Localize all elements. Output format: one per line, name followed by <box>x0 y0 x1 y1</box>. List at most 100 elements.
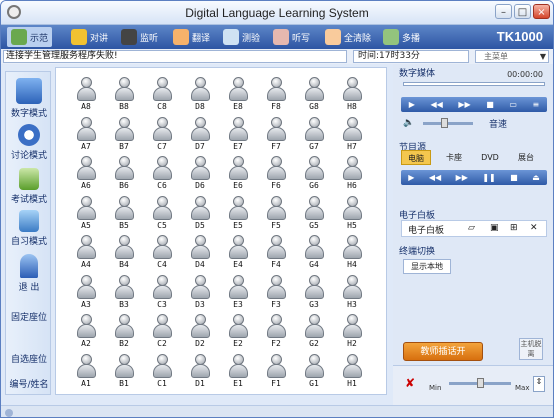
student-seat[interactable]: G7 <box>300 116 328 152</box>
student-seat[interactable]: G2 <box>300 313 328 349</box>
student-seat[interactable]: A4 <box>72 234 100 270</box>
toolbar-monitor[interactable]: 监听 <box>121 27 158 47</box>
import-icon[interactable]: ⊞ <box>510 223 518 233</box>
student-seat[interactable]: E2 <box>224 313 252 349</box>
student-seat[interactable]: G1 <box>300 353 328 389</box>
student-seat[interactable]: E5 <box>224 195 252 231</box>
scroll-arrow-icon[interactable]: ⇕ <box>533 376 545 392</box>
toolbar-clear[interactable]: 全清除 <box>325 27 371 47</box>
student-seat[interactable]: F8 <box>262 76 290 112</box>
rewind-icon[interactable]: ◀◀ <box>429 173 441 182</box>
minimize-button[interactable]: – <box>495 4 512 19</box>
playlist-icon[interactable]: ≡ <box>533 100 540 109</box>
custom-seat-option[interactable]: 自选座位 <box>6 352 52 365</box>
toolbar-demo[interactable]: 示范 <box>7 27 53 47</box>
play-icon[interactable]: ▶ <box>409 100 415 109</box>
eject-icon[interactable]: ⏏ <box>532 173 540 182</box>
close-icon[interactable]: ✕ <box>530 223 538 233</box>
student-seat[interactable]: B2 <box>110 313 138 349</box>
student-seat[interactable]: B3 <box>110 274 138 310</box>
toolbar-dictation[interactable]: 听写 <box>273 27 310 47</box>
student-seat[interactable]: H6 <box>338 155 366 191</box>
source-stage[interactable]: 展台 <box>511 150 541 165</box>
toolbar-translate[interactable]: 翻译 <box>173 27 210 47</box>
whiteboard-label[interactable]: 电子白板 <box>408 223 444 236</box>
student-seat[interactable]: H4 <box>338 234 366 270</box>
volume-slider[interactable] <box>423 118 473 128</box>
student-seat[interactable]: C3 <box>148 274 176 310</box>
student-seat[interactable]: A7 <box>72 116 100 152</box>
student-seat[interactable]: G6 <box>300 155 328 191</box>
student-seat[interactable]: G8 <box>300 76 328 112</box>
teacher-interject-button[interactable]: 教师插话开 <box>403 342 483 361</box>
student-seat[interactable]: H8 <box>338 76 366 112</box>
stop-icon[interactable]: ■ <box>510 173 518 182</box>
student-seat[interactable]: E6 <box>224 155 252 191</box>
student-seat[interactable]: H7 <box>338 116 366 152</box>
student-seat[interactable]: H3 <box>338 274 366 310</box>
nav-self-study[interactable]: 自习模式 <box>6 210 52 247</box>
source-dvd[interactable]: DVD <box>475 150 505 165</box>
mute-icon[interactable]: ✘ <box>405 376 415 390</box>
student-seat[interactable]: A2 <box>72 313 100 349</box>
student-seat[interactable]: B7 <box>110 116 138 152</box>
student-seat[interactable]: A6 <box>72 155 100 191</box>
stop-icon[interactable]: ■ <box>486 100 494 109</box>
fast-forward-icon[interactable]: ▶▶ <box>458 100 470 109</box>
nav-discussion-mode[interactable]: 讨论模式 <box>6 124 52 161</box>
student-seat[interactable]: D8 <box>186 76 214 112</box>
student-seat[interactable]: D3 <box>186 274 214 310</box>
student-seat[interactable]: F5 <box>262 195 290 231</box>
student-seat[interactable]: H2 <box>338 313 366 349</box>
source-pc[interactable]: 电脑 <box>401 150 431 165</box>
nav-digital-mode[interactable]: 数字模式 <box>6 78 52 119</box>
id-name-option[interactable]: 编号/姓名 <box>6 377 52 390</box>
student-seat[interactable]: A8 <box>72 76 100 112</box>
student-seat[interactable]: E8 <box>224 76 252 112</box>
student-seat[interactable]: F7 <box>262 116 290 152</box>
level-slider[interactable] <box>449 378 511 388</box>
toolbar-intercom[interactable]: 对讲 <box>71 27 108 47</box>
student-seat[interactable]: F1 <box>262 353 290 389</box>
nav-exam-mode[interactable]: 考试模式 <box>6 168 52 205</box>
maximize-button[interactable]: □ <box>514 4 531 19</box>
toolbar-test[interactable]: 测验 <box>223 27 260 47</box>
menu-select[interactable]: 主菜单 ▼ <box>475 50 549 63</box>
host-detach-button[interactable]: 主机脱离 <box>519 338 543 360</box>
student-seat[interactable]: C5 <box>148 195 176 231</box>
fast-forward-icon[interactable]: ▶▶ <box>456 173 468 182</box>
student-seat[interactable]: F6 <box>262 155 290 191</box>
student-seat[interactable]: D5 <box>186 195 214 231</box>
student-seat[interactable]: F3 <box>262 274 290 310</box>
student-seat[interactable]: B1 <box>110 353 138 389</box>
student-seat[interactable]: B6 <box>110 155 138 191</box>
student-seat[interactable]: A1 <box>72 353 100 389</box>
student-seat[interactable]: F2 <box>262 313 290 349</box>
student-seat[interactable]: C6 <box>148 155 176 191</box>
student-seat[interactable]: B4 <box>110 234 138 270</box>
student-seat[interactable]: C2 <box>148 313 176 349</box>
student-seat[interactable]: D6 <box>186 155 214 191</box>
student-seat[interactable]: G4 <box>300 234 328 270</box>
student-seat[interactable]: F4 <box>262 234 290 270</box>
student-seat[interactable]: B5 <box>110 195 138 231</box>
rewind-icon[interactable]: ◀◀ <box>431 100 443 109</box>
student-seat[interactable]: B8 <box>110 76 138 112</box>
student-seat[interactable]: D2 <box>186 313 214 349</box>
student-seat[interactable]: E4 <box>224 234 252 270</box>
fixed-seat-option[interactable]: 固定座位 <box>6 310 52 323</box>
student-seat[interactable]: C7 <box>148 116 176 152</box>
play-icon[interactable]: ▶ <box>408 173 414 182</box>
source-deck[interactable]: 卡座 <box>439 150 469 165</box>
media-progress[interactable] <box>403 82 545 86</box>
student-seat[interactable]: E7 <box>224 116 252 152</box>
student-seat[interactable]: G5 <box>300 195 328 231</box>
student-seat[interactable]: H1 <box>338 353 366 389</box>
student-seat[interactable]: G3 <box>300 274 328 310</box>
open-folder-icon[interactable]: ▱ <box>468 223 475 233</box>
student-seat[interactable]: A3 <box>72 274 100 310</box>
student-seat[interactable]: D7 <box>186 116 214 152</box>
student-seat[interactable]: C8 <box>148 76 176 112</box>
student-seat[interactable]: E3 <box>224 274 252 310</box>
open-folder-icon[interactable]: ▭ <box>509 100 517 109</box>
